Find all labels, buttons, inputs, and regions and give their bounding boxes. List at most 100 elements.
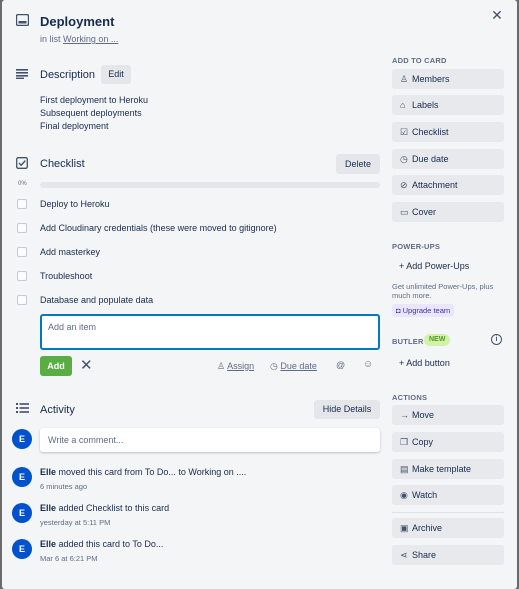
clock-icon: ◷ xyxy=(270,361,278,371)
upgrade-team-label: Upgrade team xyxy=(402,306,451,315)
checklist-item-checkbox[interactable] xyxy=(17,199,27,209)
attachment-label: Attachment xyxy=(412,180,458,190)
copy-button[interactable]: ❐ Copy xyxy=(392,432,504,452)
assign-label: Assign xyxy=(227,361,255,371)
power-ups-note: Get unlimited Power-Ups, plus much more. xyxy=(392,282,494,300)
share-button[interactable]: ⋖ Share xyxy=(392,545,504,565)
activity-action: added Checklist to this card xyxy=(56,503,170,513)
checklist-item-text[interactable]: Add masterkey xyxy=(40,247,100,257)
checklist-item-checkbox[interactable] xyxy=(17,247,27,257)
comment-placeholder: Write a comment... xyxy=(48,435,124,445)
arrow-right-icon: → xyxy=(400,410,409,420)
plus-icon: + xyxy=(399,358,405,368)
due-date-sidebar-button[interactable]: ◷ Due date xyxy=(392,149,504,169)
members-label: Members xyxy=(412,74,450,84)
butler-heading: BUTLER xyxy=(392,337,424,346)
add-button-label: Add button xyxy=(406,358,450,368)
members-button[interactable]: ♙ Members xyxy=(392,69,504,89)
checklist-item-text[interactable]: Database and populate data xyxy=(40,295,153,305)
clock-icon: ◷ xyxy=(400,154,408,164)
paperclip-icon: ⊘ xyxy=(400,180,408,190)
in-list-text: in list Working on ... xyxy=(40,34,118,44)
activity-entry-text: Elle moved this card from To Do... to Wo… xyxy=(40,467,246,477)
avatar[interactable]: E xyxy=(12,429,32,449)
checklist-item-text[interactable]: Troubleshoot xyxy=(40,271,92,281)
avatar[interactable]: E xyxy=(12,503,32,523)
new-badge: NEW xyxy=(424,334,451,346)
card-detail-modal: Deployment in list Working on ... ✕ Desc… xyxy=(2,0,517,589)
due-date-button[interactable]: ◷ Due date xyxy=(270,361,317,372)
watch-label: Watch xyxy=(412,490,438,500)
activity-user[interactable]: Elle xyxy=(40,503,56,513)
eye-icon: ◉ xyxy=(400,490,408,500)
info-icon[interactable]: i xyxy=(491,334,502,345)
checklist-item-checkbox[interactable] xyxy=(17,223,27,233)
add-item-input[interactable]: Add an item xyxy=(40,314,380,350)
archive-label: Archive xyxy=(412,523,443,533)
checklist-delete-button[interactable]: Delete xyxy=(336,154,380,174)
add-item-placeholder: Add an item xyxy=(48,322,97,332)
description-edit-button[interactable]: Edit xyxy=(101,65,131,84)
add-power-ups-button[interactable]: + Add Power-Ups xyxy=(399,261,469,271)
card-icon xyxy=(15,13,30,28)
activity-timestamp[interactable]: Mar 6 at 6:21 PM xyxy=(40,554,98,563)
emoji-icon[interactable]: ☺ xyxy=(363,359,373,370)
checklist-button[interactable]: ☑ Checklist xyxy=(392,122,504,142)
cancel-add-icon[interactable]: ✕ xyxy=(80,358,93,373)
due-date-label: Due date xyxy=(280,361,317,371)
move-label: Move xyxy=(412,410,435,420)
in-list-prefix: in list xyxy=(40,34,64,44)
add-to-card-heading: ADD TO CARD xyxy=(392,56,447,65)
move-button[interactable]: → Move xyxy=(392,405,504,425)
card-title[interactable]: Deployment xyxy=(40,14,114,29)
template-icon: ▤ xyxy=(400,464,409,474)
add-button-button[interactable]: + Add button xyxy=(399,358,450,368)
plus-icon: + xyxy=(399,261,405,271)
activity-timestamp[interactable]: yesterday at 5:11 PM xyxy=(40,518,110,527)
checklist-heading: Checklist xyxy=(40,158,85,170)
comment-input[interactable]: Write a comment... xyxy=(40,428,380,452)
close-icon[interactable]: ✕ xyxy=(490,8,504,22)
hide-details-button[interactable]: Hide Details xyxy=(314,400,380,419)
activity-user[interactable]: Elle xyxy=(40,539,56,549)
description-line: Final deployment xyxy=(40,121,109,131)
activity-entry-text: Elle added Checklist to this card xyxy=(40,503,169,513)
share-label: Share xyxy=(412,550,437,560)
actions-divider xyxy=(392,512,504,513)
activity-heading: Activity xyxy=(40,404,75,416)
mention-icon[interactable]: @ xyxy=(336,360,345,370)
avatar[interactable]: E xyxy=(12,467,32,487)
attachment-button[interactable]: ⊘ Attachment xyxy=(392,175,504,195)
actions-heading: ACTIONS xyxy=(392,393,428,402)
activity-timestamp[interactable]: 6 minutes ago xyxy=(40,482,87,491)
checklist-label: Checklist xyxy=(412,127,449,137)
make-template-button[interactable]: ▤ Make template xyxy=(392,459,504,479)
checklist-progress-bar xyxy=(40,182,380,188)
labels-button[interactable]: ⌂ Labels xyxy=(392,95,504,115)
make-template-label: Make template xyxy=(412,464,472,474)
archive-icon: ▣ xyxy=(400,523,409,533)
description-line: Subsequent deployments xyxy=(40,108,142,118)
share-icon: ⋖ xyxy=(400,550,408,560)
description-line: First deployment to Heroku xyxy=(40,95,149,105)
archive-button[interactable]: ▣ Archive xyxy=(392,518,504,538)
activity-action: moved this card from To Do... to Working… xyxy=(56,467,247,477)
cover-icon: ▭ xyxy=(400,207,409,217)
copy-icon: ❐ xyxy=(400,437,409,447)
activity-user[interactable]: Elle xyxy=(40,467,56,477)
checklist-item-text[interactable]: Deploy to Heroku xyxy=(40,199,110,209)
tag-icon: ⌂ xyxy=(400,100,406,110)
checklist-item-checkbox[interactable] xyxy=(17,271,27,281)
checklist-progress-percent: 0% xyxy=(18,181,27,187)
description-heading: Description xyxy=(40,69,96,81)
checklist-icon xyxy=(16,157,28,171)
watch-button[interactable]: ◉ Watch xyxy=(392,485,504,505)
cover-button[interactable]: ▭ Cover xyxy=(392,202,504,222)
list-link[interactable]: Working on ... xyxy=(63,34,118,44)
upgrade-team-button[interactable]: ◘ Upgrade team xyxy=(392,304,455,317)
checklist-item-text[interactable]: Add Cloudinary credentials (these were m… xyxy=(40,223,277,233)
checklist-item-checkbox[interactable] xyxy=(17,295,27,305)
assign-button[interactable]: ♙ Assign xyxy=(217,361,254,372)
avatar[interactable]: E xyxy=(12,539,32,559)
add-item-button[interactable]: Add xyxy=(40,356,72,376)
